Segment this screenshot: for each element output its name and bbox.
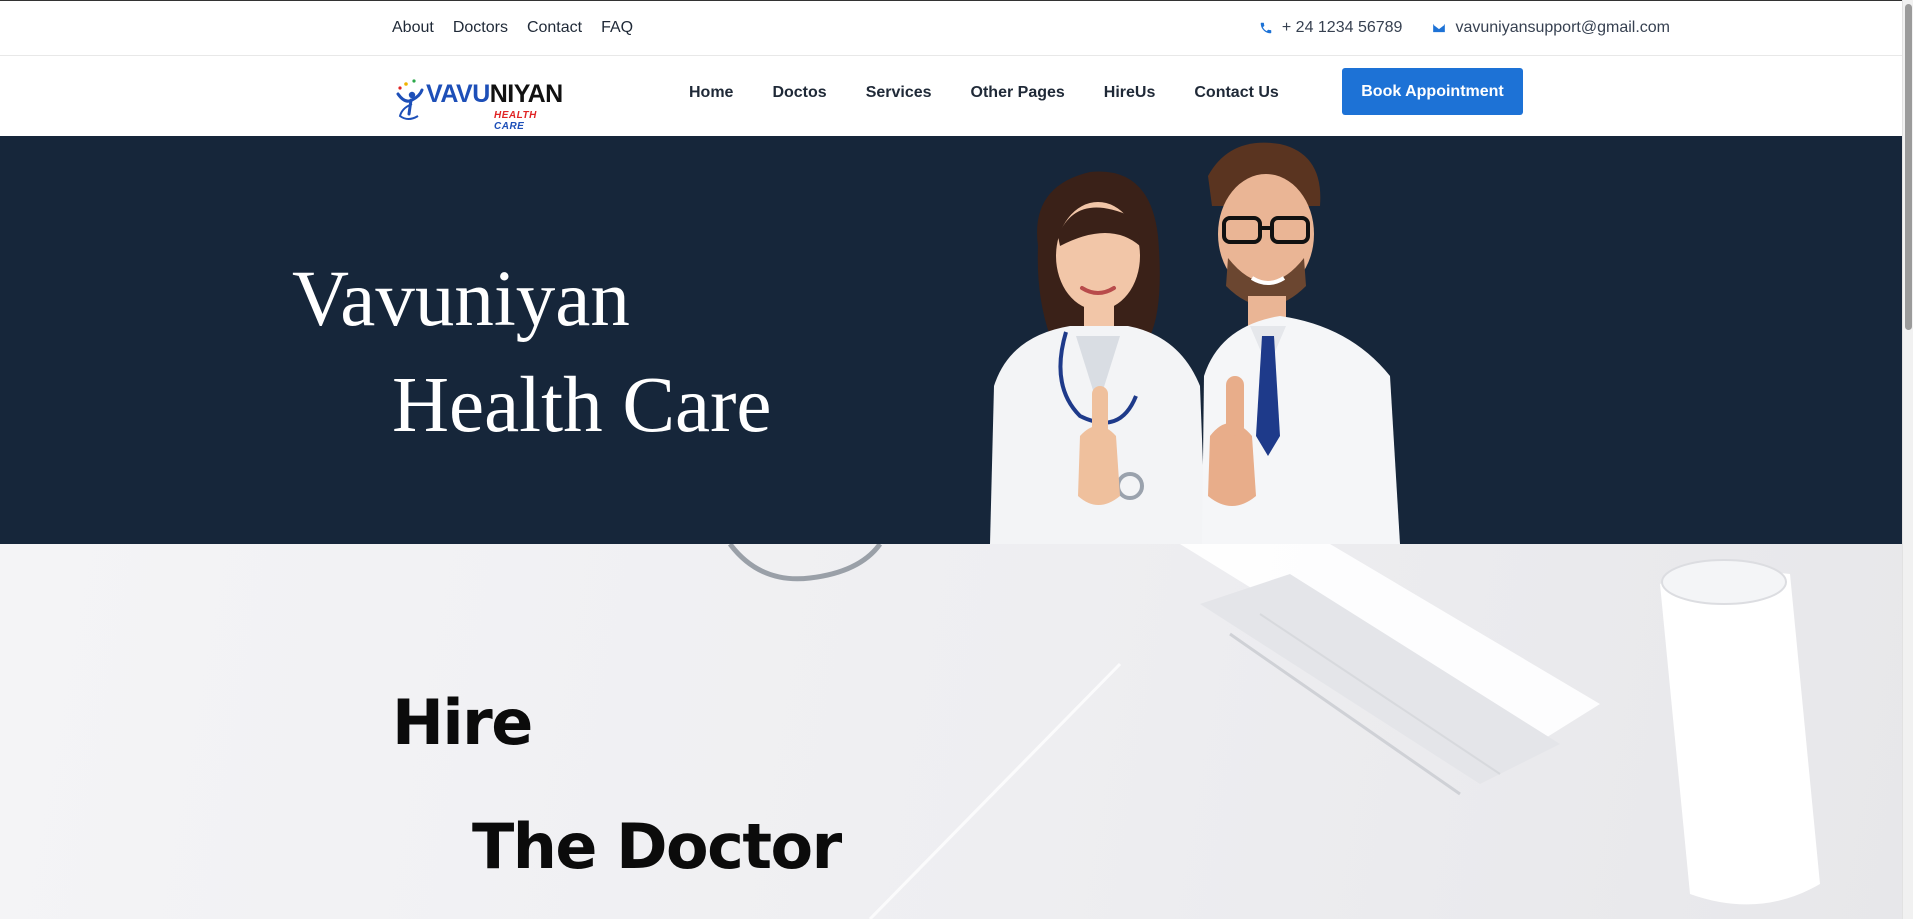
phone-icon: [1260, 22, 1272, 34]
hero-title-line2: Health Care: [392, 362, 772, 449]
hero-banner: Vavuniyan Health Care: [0, 136, 1902, 544]
hire-section: Hire The Doctor: [0, 544, 1902, 919]
logo-text-part2: NIYAN: [489, 80, 564, 108]
book-appointment-button[interactable]: Book Appointment: [1342, 68, 1523, 115]
doctors-photo: [990, 142, 1400, 544]
nav-item-services[interactable]: Services: [866, 84, 932, 102]
nav-item-contact-us[interactable]: Contact Us: [1194, 84, 1278, 102]
top-link-contact[interactable]: Contact: [527, 19, 582, 37]
email-icon: [1433, 23, 1446, 33]
logo[interactable]: VAVUNIYAN HEALTH CARE: [392, 74, 563, 132]
nav-item-home[interactable]: Home: [689, 84, 733, 102]
hero-title-line1: Vavuniyan: [292, 256, 630, 343]
scrollbar-thumb[interactable]: [1905, 4, 1912, 330]
top-bar: About Doctors Contact FAQ + 24 1234 5678…: [0, 0, 1902, 56]
hire-title-line2: The Doctor: [472, 810, 842, 883]
hire-background-image: [728, 544, 1820, 919]
top-link-faq[interactable]: FAQ: [601, 19, 633, 37]
nav-item-doctors[interactable]: Doctos: [772, 84, 826, 102]
logo-wordmark: VAVUNIYAN: [426, 82, 563, 107]
email-contact[interactable]: vavuniyansupport@gmail.com: [1432, 19, 1670, 37]
nav-item-other-pages[interactable]: Other Pages: [971, 84, 1065, 102]
top-links: About Doctors Contact FAQ: [392, 19, 633, 37]
logo-tagline-part2: CARE: [494, 121, 525, 132]
top-link-doctors[interactable]: Doctors: [453, 19, 508, 37]
logo-tagline-part1: HEALTH: [494, 110, 537, 121]
email-address: vavuniyansupport@gmail.com: [1455, 19, 1670, 36]
main-navbar: VAVUNIYAN HEALTH CARE Home Doctos Servic…: [0, 56, 1902, 136]
hire-title-line1: Hire: [392, 686, 533, 759]
nav-item-hireus[interactable]: HireUs: [1104, 84, 1156, 102]
phone-number: + 24 1234 56789: [1281, 19, 1403, 36]
logo-tagline: HEALTH CARE: [494, 110, 562, 132]
logo-icon: [396, 79, 424, 120]
main-menu: Home Doctos Services Other Pages HireUs …: [689, 84, 1279, 102]
top-link-about[interactable]: About: [392, 19, 434, 37]
logo-text-part1: VAVU: [426, 80, 490, 108]
phone-contact[interactable]: + 24 1234 56789: [1259, 19, 1403, 37]
page-scrollbar[interactable]: [1902, 0, 1913, 919]
contact-info: + 24 1234 56789 vavuniyansupport@gmail.c…: [1259, 19, 1670, 37]
